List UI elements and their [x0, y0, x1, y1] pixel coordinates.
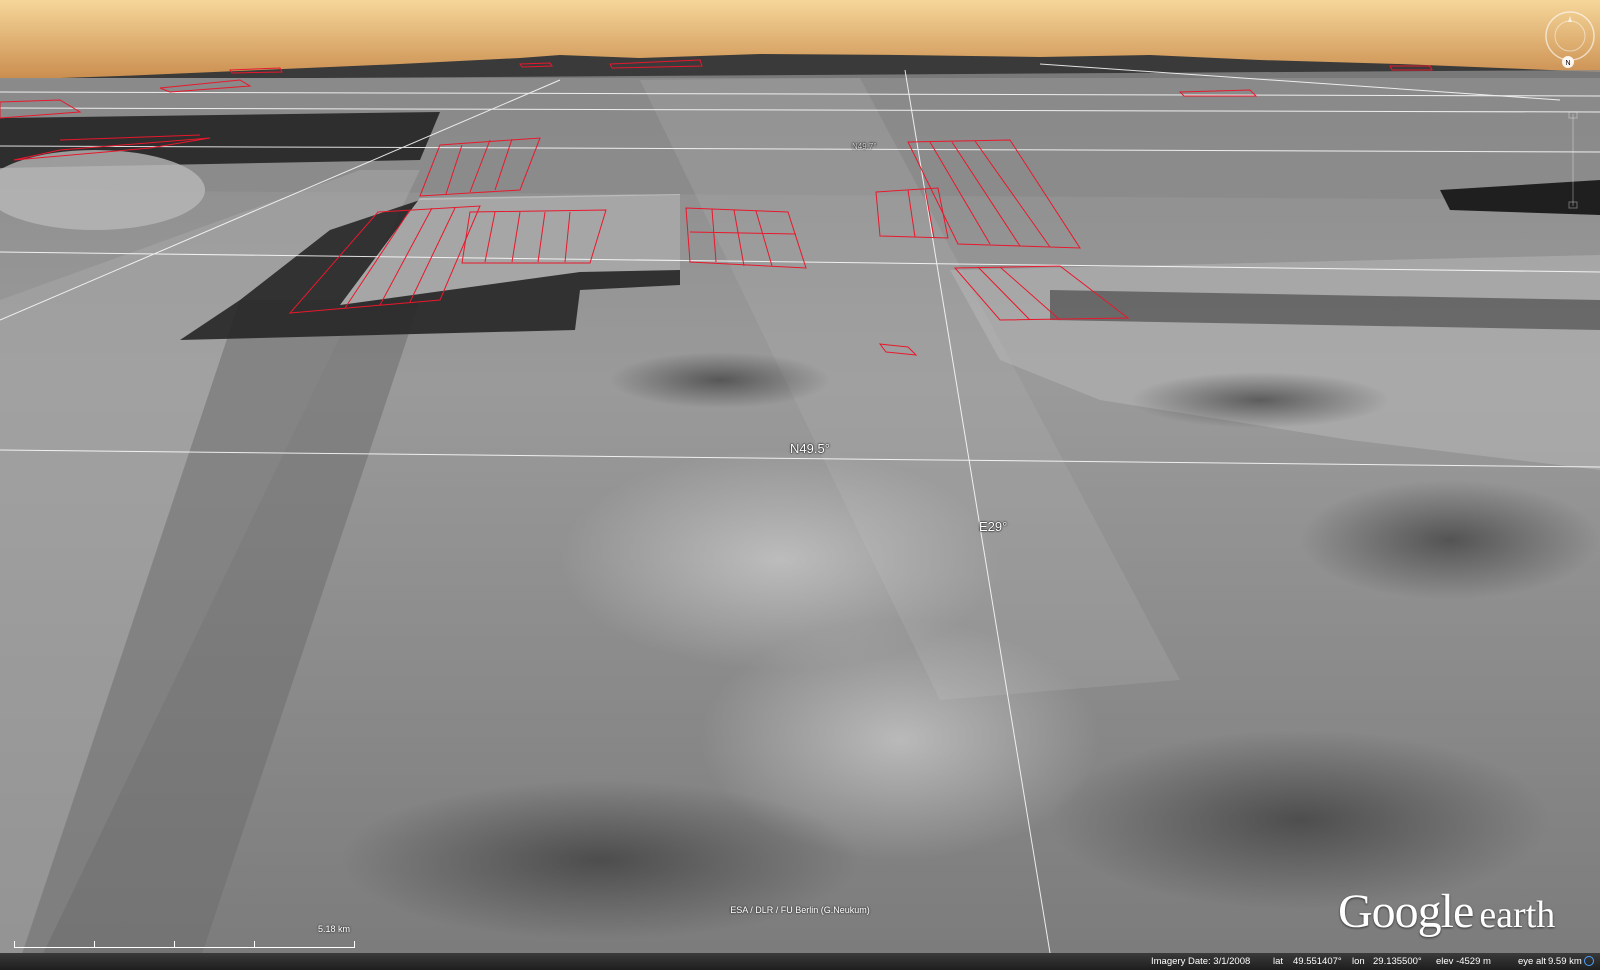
status-bar: Imagery Date: 3/1/2008 lat 49.551407° lo…	[0, 953, 1600, 970]
map-viewport[interactable]: N49.5° E29° N49.7° N ESA / DLR / FU Berl…	[0, 0, 1600, 970]
compass-icon[interactable]: N	[1544, 8, 1596, 68]
logo-brand: Google	[1338, 885, 1474, 938]
dark-patch	[610, 352, 830, 408]
lon-value: 29.135500°	[1373, 956, 1422, 967]
longitude-label: E29°	[979, 519, 1008, 534]
dark-basin	[1130, 372, 1390, 428]
zoom-slider[interactable]	[1566, 110, 1580, 210]
elevation: elev -4529 m	[1436, 956, 1491, 967]
lat-label: lat	[1273, 956, 1284, 967]
scale-bar	[14, 932, 355, 948]
lon-label: lon	[1352, 956, 1365, 967]
google-earth-logo: Google earth	[1338, 884, 1555, 939]
dark-patch-3	[1050, 730, 1550, 910]
eye-alt-value: 9.59 km	[1548, 956, 1582, 967]
streaming-icon	[1584, 956, 1594, 966]
mars-terrain-view[interactable]	[0, 0, 1600, 970]
dark-basin-2	[1300, 480, 1600, 600]
scale-label: 5.18 km	[318, 924, 351, 934]
logo-product: earth	[1479, 894, 1556, 936]
dark-patch-2	[340, 780, 860, 940]
imagery-date: Imagery Date: 3/1/2008	[1151, 956, 1251, 967]
latitude-label: N49.5°	[790, 441, 830, 456]
eye-alt-label: eye alt	[1518, 956, 1546, 967]
latitude-label-far: N49.7°	[852, 142, 877, 151]
compass-north-label: N	[1565, 60, 1570, 67]
lat-value: 49.551407°	[1293, 956, 1342, 967]
